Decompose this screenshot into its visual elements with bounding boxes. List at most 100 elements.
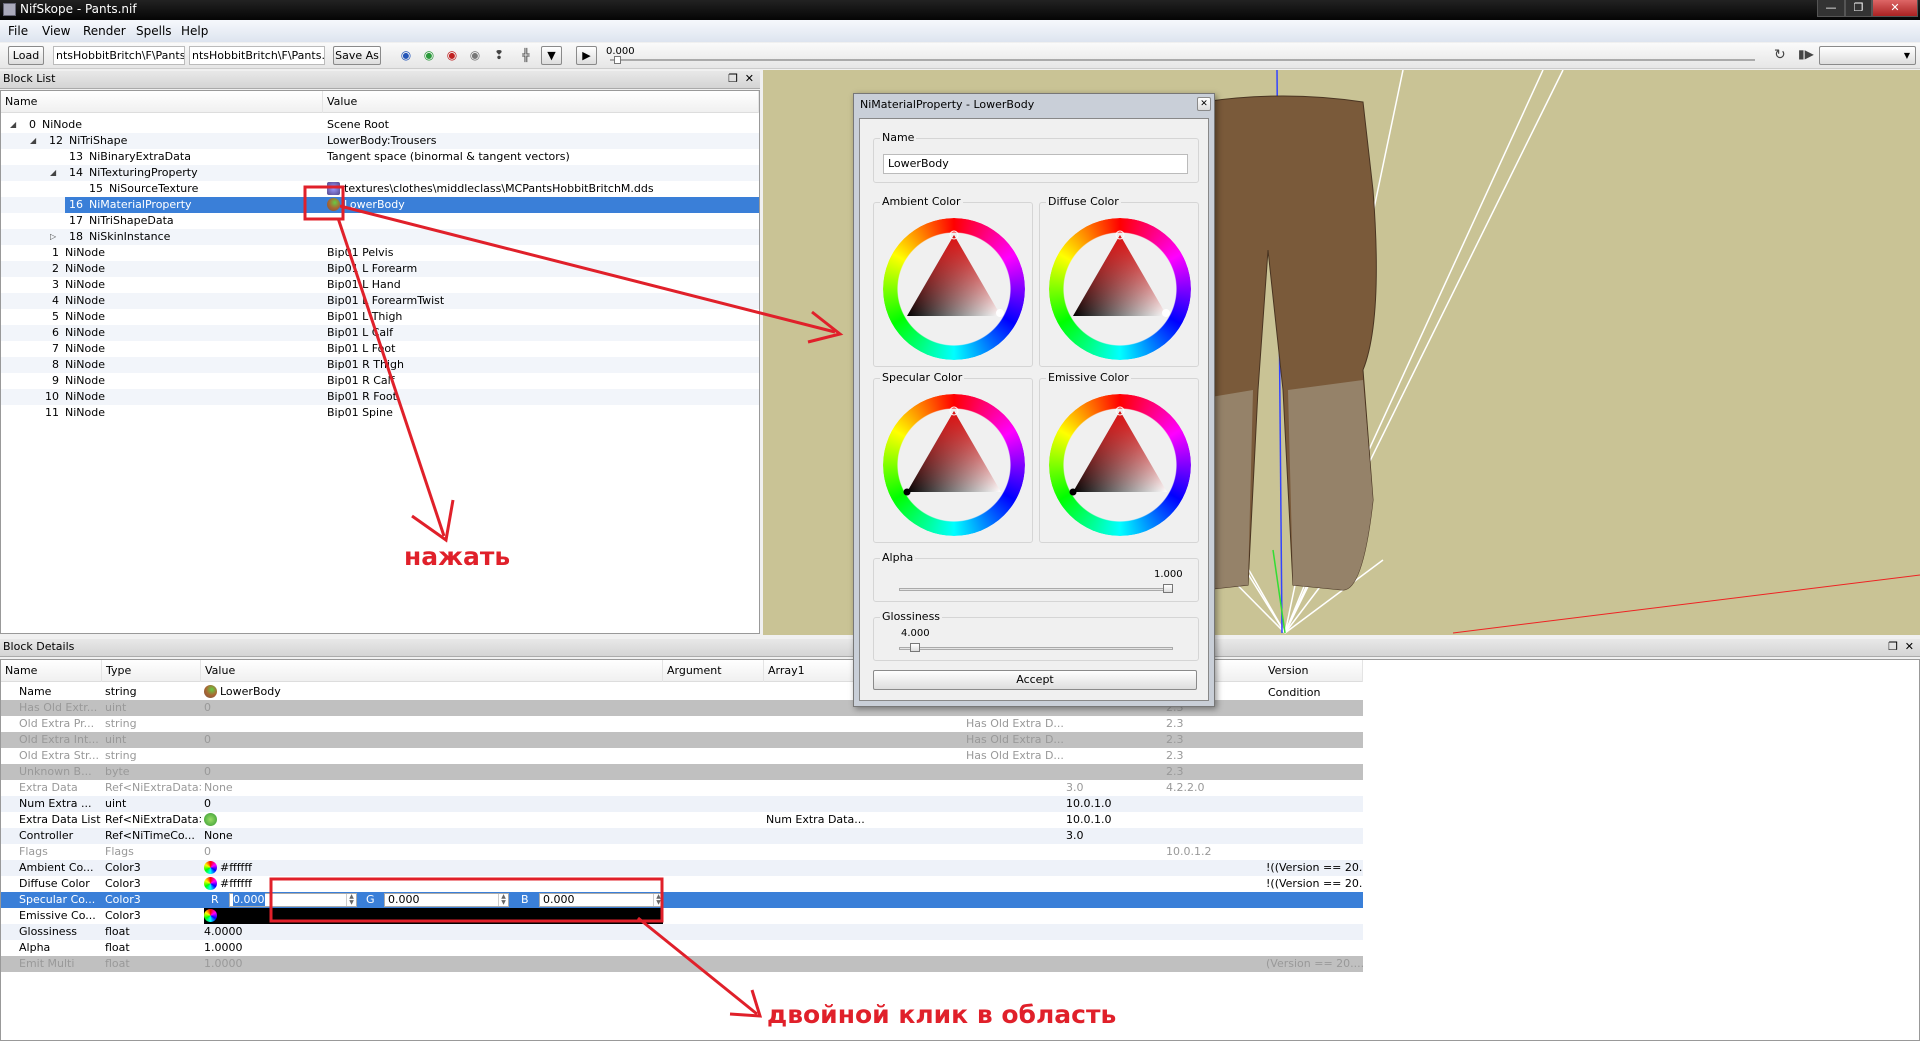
time-slider-handle[interactable] [614,56,621,64]
color-marker[interactable] [996,309,1004,317]
ambient-sv-triangle[interactable] [874,203,1034,368]
detail-row[interactable]: Old Extra Pr... string Has Old Extra D... 2… [1,716,1363,732]
detail-row[interactable]: Diffuse Color Color3 #ffffff !((Version == … [1,876,1363,892]
play-button[interactable]: ▶ [576,46,597,65]
glossiness-slider-handle[interactable] [909,643,920,652]
color-g-spinbox[interactable]: 0.000 ▲ ▼ [384,893,509,907]
tree-row[interactable]: 15 NiSourceTexture textures\clothes\middle… [1,181,759,197]
color-r-spinbox[interactable]: 0.000 ▲ ▼ [229,893,357,907]
diffuse-sv-triangle[interactable] [1040,203,1200,368]
close-icon[interactable]: ✕ [745,71,754,87]
expand-closed-icon[interactable]: ▷ [50,229,56,245]
detail-row[interactable]: Extra Data Ref<NiExtraData> None 3.0 4.2.2.0 [1,780,1363,796]
footprints-icon[interactable]: ❢ [491,48,507,62]
column-type[interactable]: Type [102,660,201,682]
tree-row[interactable]: 7 NiNode Bip01 L Foot [1,341,759,357]
emissive-sv-triangle[interactable] [1040,379,1200,544]
close-button[interactable]: ✕ [1872,0,1918,17]
loop-icon[interactable]: ↻ [1774,47,1786,63]
color-marker[interactable] [1069,488,1077,496]
detail-row[interactable]: Alpha float 1.0000 [1,940,1363,956]
alpha-slider[interactable] [899,588,1173,591]
time-slider[interactable] [610,59,1755,61]
color-marker[interactable] [903,488,911,496]
tree-row[interactable]: 11 NiNode Bip01 Spine [1,405,759,421]
column-version-condition[interactable]: Version Condition [1264,660,1363,699]
cell-name-text: Unknown B... [19,765,92,778]
tree-row[interactable]: 6 NiNode Bip01 L Calf [1,325,759,341]
detail-row[interactable]: Emissive Co... Color3 [1,908,1363,924]
menu-spells[interactable]: Spells [136,24,172,38]
animation-select[interactable]: ▼ [1819,46,1916,65]
block-details-table[interactable]: Name Type Value Argument Array1 Version … [0,659,1920,1041]
block-list-tree[interactable]: Name Value ◢ 0 NiNode Scene Root ◢ 12 NiTriSha… [0,90,760,634]
spin-arrows-icon[interactable]: ▲ ▼ [498,894,508,906]
tree-row[interactable]: ▷ 18 NiSkinInstance [1,229,759,245]
menu-help[interactable]: Help [181,24,208,38]
detail-row[interactable]: Controller Ref<NiTimeCo... None 3.0 [1,828,1363,844]
detail-row[interactable]: Old Extra Str... string Has Old Extra D...… [1,748,1363,764]
load-button[interactable]: Load [8,46,44,65]
float-icon[interactable]: ❐ [728,71,738,87]
maximize-button[interactable]: ❐ [1845,0,1872,17]
detail-row[interactable]: Ambient Co... Color3 #ffffff !((Version == … [1,860,1363,876]
tree-row[interactable]: 2 NiNode Bip01 L Forearm [1,261,759,277]
detail-row[interactable]: Glossiness float 4.0000 [1,924,1363,940]
spin-arrows-icon[interactable]: ▲ ▼ [346,894,356,906]
detail-row[interactable]: Specular Co... Color3 R 0.000 ▲ ▼ G 0.000 ▲ ▼ B 0.0… [1,892,1363,908]
detail-row[interactable]: Num Extra ... uint 0 10.0.1.0 [1,796,1363,812]
detail-row[interactable]: Flags Flags 0 10.0.1.2 [1,844,1363,860]
view-dropdown-button[interactable]: ▼ [541,46,562,65]
expand-open-icon[interactable]: ◢ [50,165,56,181]
axes-icon[interactable]: ╬ [518,48,534,62]
tree-row[interactable]: 10 NiNode Bip01 R Foot [1,389,759,405]
tree-row[interactable]: 1 NiNode Bip01 Pelvis [1,245,759,261]
tree-row[interactable]: ◢ 0 NiNode Scene Root [1,117,759,133]
tree-row[interactable]: 9 NiNode Bip01 R Calf [1,373,759,389]
detail-row[interactable]: Old Extra Int... uint 0 Has Old Extra D... 2… [1,732,1363,748]
view-red-eye-icon[interactable]: ◉ [444,48,460,62]
expand-open-icon[interactable]: ◢ [10,117,16,133]
view-gray-eye-icon[interactable]: ◉ [467,48,483,62]
tree-row[interactable]: ◢ 14 NiTexturingProperty [1,165,759,181]
glossiness-slider[interactable] [899,647,1173,650]
accept-button[interactable]: Accept [873,670,1197,690]
minimize-button[interactable]: — [1817,0,1845,17]
tree-row[interactable]: 13 NiBinaryExtraData Tangent space (binorm… [1,149,759,165]
tree-row[interactable]: ◢ 12 NiTriShape LowerBody:Trousers [1,133,759,149]
tree-row[interactable]: 3 NiNode Bip01 L Hand [1,277,759,293]
dialog-close-button[interactable]: ✕ [1197,97,1211,111]
tree-row[interactable]: 17 NiTriShapeData [1,213,759,229]
column-name[interactable]: Name [1,660,102,682]
spin-arrows-icon[interactable]: ▲ ▼ [653,894,663,906]
color-marker[interactable] [1162,309,1170,317]
detail-row[interactable]: Extra Data List Ref<NiExtraData> Num Extra… [1,812,1363,828]
alpha-slider-handle[interactable] [1163,584,1173,593]
tree-row[interactable]: 5 NiNode Bip01 L Thigh [1,309,759,325]
name-input[interactable]: LowerBody [883,154,1188,174]
menu-view[interactable]: View [42,24,70,38]
menu-file[interactable]: File [8,24,28,38]
save-as-button[interactable]: Save As [333,46,381,65]
tree-row[interactable]: 16 NiMaterialProperty LowerBody [1,197,759,213]
color-editor[interactable]: R 0.000 ▲ ▼ G 0.000 ▲ ▼ B 0.000 ▲ ▼ [201,892,663,908]
detail-row[interactable]: Emit Multi float 1.0000 (Version == 20.... [1,956,1363,972]
tree-row[interactable]: 8 NiNode Bip01 R Thigh [1,357,759,373]
step-forward-icon[interactable]: ▮▶ [1798,47,1814,61]
column-name[interactable]: Name [1,91,323,113]
tree-row[interactable]: 4 NiNode Bip01 L ForearmTwist [1,293,759,309]
menu-render[interactable]: Render [83,24,126,38]
specular-sv-triangle[interactable] [874,379,1034,544]
column-value[interactable]: Value [323,91,759,113]
float-icon[interactable]: ❐ [1888,639,1898,655]
view-green-eye-icon[interactable]: ◉ [421,48,437,62]
column-value[interactable]: Value [201,660,663,682]
view-blue-eye-icon[interactable]: ◉ [398,48,414,62]
column-argument[interactable]: Argument [663,660,764,682]
save-path-input[interactable]: ntsHobbitBritch\F\Pants.nif [189,46,325,65]
load-path-input[interactable]: ntsHobbitBritch\F\Pants.nif [53,46,185,65]
close-icon[interactable]: ✕ [1905,639,1914,655]
color-b-spinbox[interactable]: 0.000 ▲ ▼ [539,893,663,907]
detail-row[interactable]: Unknown B... byte 0 2.3 [1,764,1363,780]
expand-open-icon[interactable]: ◢ [30,133,36,149]
